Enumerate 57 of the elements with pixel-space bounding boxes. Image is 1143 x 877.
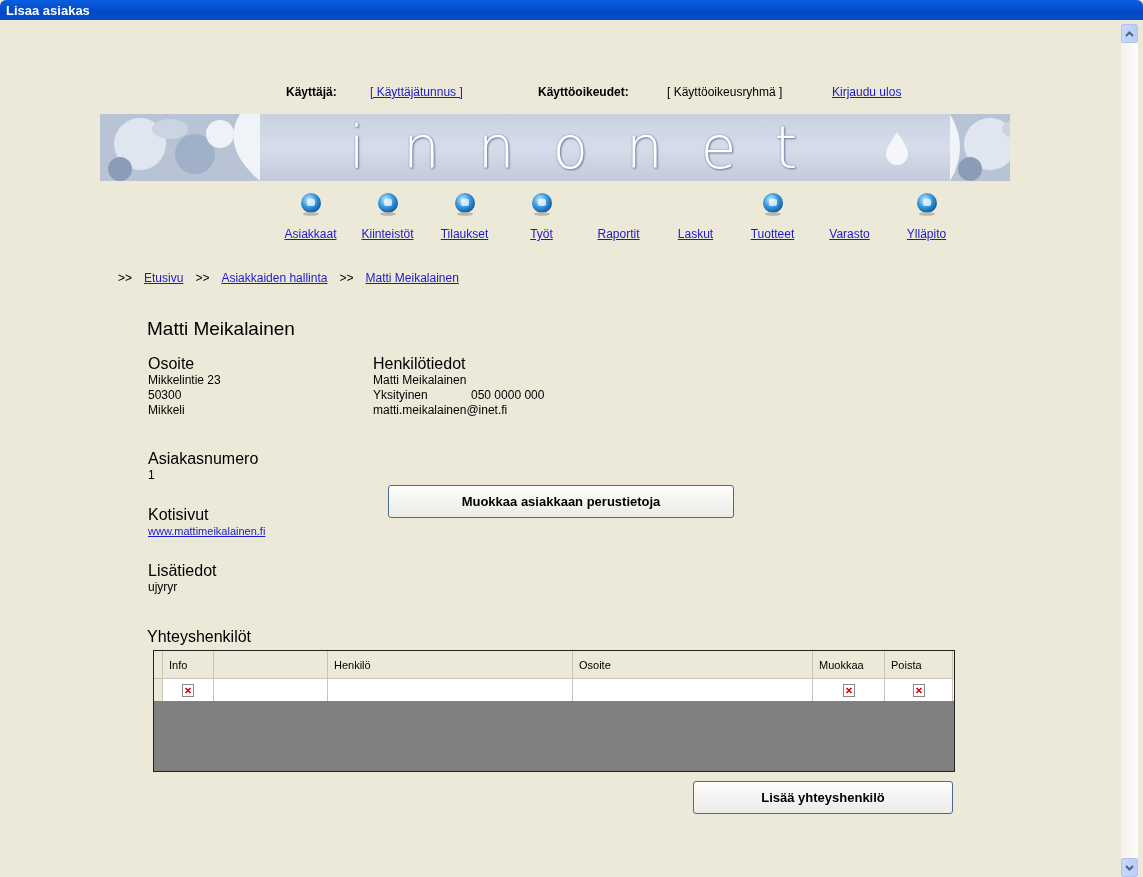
broken-image-icon [842, 683, 855, 697]
phone-number: 050 0000 000 [471, 388, 545, 403]
address-line: Mikkelintie 23 [148, 373, 222, 388]
breadcrumb-link[interactable]: Asiakkaiden hallinta [221, 271, 328, 285]
broken-image-icon [182, 683, 194, 697]
edit-customer-button[interactable]: Muokkaa asiakkaan perustietoja [388, 485, 734, 518]
rights-value: [ Käyttöoikeusryhmä ] [667, 85, 784, 99]
rights-label: Käyttöoikeudet: [538, 85, 630, 99]
broken-image-icon [912, 683, 925, 697]
person-name: Matti Meikalainen [373, 373, 468, 388]
nav-link[interactable]: Tilaukset [440, 227, 489, 241]
nav-link[interactable]: Laskut [677, 227, 714, 241]
column-header[interactable]: Info [163, 651, 214, 678]
nav-link[interactable]: Ylläpito [906, 227, 947, 241]
column-header[interactable]: Poista [885, 651, 953, 678]
breadcrumb-link[interactable]: Matti Meikalainen [365, 271, 459, 285]
nav-link[interactable]: Raportit [597, 227, 640, 241]
column-header[interactable]: Henkilö [328, 651, 573, 678]
customer-name: Matti Meikalainen [147, 318, 296, 340]
section-title: Henkilötiedot [373, 355, 467, 373]
sphere-icon[interactable] [761, 192, 784, 216]
sphere-icon[interactable] [915, 192, 938, 216]
logo-text: innonet [347, 114, 837, 181]
logout-link[interactable]: Kirjaudu ulos [832, 85, 902, 99]
section-title: Osoite [148, 355, 196, 373]
nav-link[interactable]: Asiakkaat [284, 227, 337, 241]
extra-info: ujyryr [148, 580, 179, 595]
nav-link[interactable]: Tuotteet [750, 227, 795, 241]
droplet-icon [884, 130, 910, 165]
nav-link[interactable]: Kiinteistöt [361, 227, 414, 241]
nav-link[interactable]: Varasto [829, 227, 870, 241]
window-title: Lisaa asiakas [0, 0, 1143, 20]
section-title: Lisätiedot [148, 562, 218, 580]
nav-link[interactable]: Työt [530, 227, 553, 241]
email: matti.meikalainen@inet.fi [373, 403, 509, 418]
homepage-link[interactable]: www.mattimeikalainen.fi [148, 525, 266, 537]
breadcrumb-separator: >> [339, 271, 354, 285]
sphere-icon[interactable] [376, 192, 399, 216]
sphere-icon[interactable] [530, 192, 553, 216]
breadcrumb-separator: >> [195, 271, 210, 285]
user-label: Käyttäjä: [286, 85, 338, 99]
breadcrumb-link[interactable]: Etusivu [144, 271, 184, 285]
scrollbar[interactable] [1121, 24, 1138, 877]
section-title: Yhteyshenkilöt [147, 628, 253, 646]
column-header[interactable]: Muokkaa [813, 651, 885, 678]
section-title: Kotisivut [148, 506, 210, 524]
username-link[interactable]: [ Käyttäjätunnus ] [370, 85, 463, 99]
address-line: 50300 [148, 388, 183, 403]
breadcrumb-separator: >> [118, 271, 132, 285]
sphere-icon[interactable] [453, 192, 476, 216]
customer-type: Yksityinen [373, 388, 429, 403]
customer-number: 1 [148, 468, 156, 483]
section-title: Asiakasnumero [148, 450, 260, 468]
add-contact-button[interactable]: Lisää yhteyshenkilö [693, 781, 953, 814]
address-line: Mikkeli [148, 403, 186, 418]
column-header[interactable]: Osoite [573, 651, 813, 678]
sphere-icon[interactable] [299, 192, 322, 216]
